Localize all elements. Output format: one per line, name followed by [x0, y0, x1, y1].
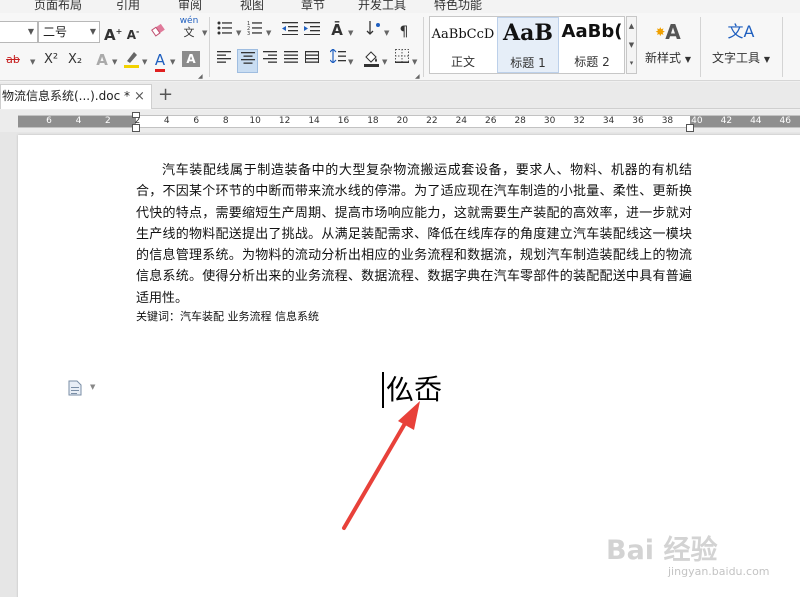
annotation-arrow: [342, 401, 420, 530]
watermark-logo: Bai 经验: [606, 535, 718, 566]
watermark-url: jingyan.baidu.com: [668, 565, 770, 578]
wps-writer-window: 页面布局 引用 审阅 视图 章节 开发工具 特色功能 ▼ 二号 ▼ A+ A- …: [0, 0, 800, 597]
